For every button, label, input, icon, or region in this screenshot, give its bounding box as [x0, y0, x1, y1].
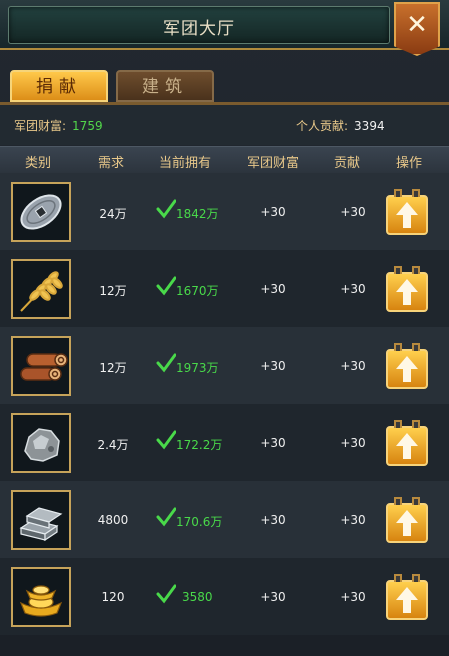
table-row: 4800 170.6万 +30 +30: [0, 481, 449, 558]
donate-button[interactable]: [386, 189, 428, 235]
owned-amount: 170.6万: [176, 515, 223, 529]
wealth-gain: +30: [260, 513, 286, 527]
check-icon: [156, 430, 176, 450]
wealth-gain: +30: [260, 436, 286, 450]
check-icon: [156, 507, 176, 527]
contribution-gain: +30: [340, 513, 366, 527]
wood-icon: [11, 336, 71, 396]
table-row: 12万 1973万 +30 +30: [0, 327, 449, 404]
tab-donate[interactable]: 捐献: [10, 70, 108, 102]
check-icon: [156, 199, 176, 219]
arrow-up-icon: [396, 279, 418, 305]
personal-contribution-value: 3394: [354, 119, 385, 133]
info-row: 军团财富: 1759 个人贡献: 3394: [0, 105, 449, 145]
required-amount: 24万: [99, 207, 127, 221]
required-amount: 12万: [99, 361, 127, 375]
required-amount: 4800: [97, 513, 129, 527]
owned-amount: 3580: [182, 590, 213, 604]
ingot-icon: [11, 490, 71, 550]
donate-button[interactable]: [386, 497, 428, 543]
donate-button[interactable]: [386, 420, 428, 466]
owned-amount: 1973万: [176, 361, 219, 375]
column-header-contribution: 贡献: [333, 156, 360, 171]
close-icon[interactable]: ✕: [396, 10, 438, 40]
guild-wealth-value: 1759: [72, 119, 103, 133]
arrow-up-icon: [396, 510, 418, 536]
table-row: 2.4万 172.2万 +30 +30: [0, 404, 449, 481]
column-header-action: 操作: [395, 156, 422, 171]
arrow-up-icon: [396, 587, 418, 613]
column-header-required: 需求: [97, 156, 124, 171]
check-icon: [156, 353, 176, 373]
title-plate: 军团大厅: [8, 6, 390, 44]
table-row: 12万 1670万 +30 +30: [0, 250, 449, 327]
window-title: 军团大厅: [163, 19, 235, 39]
owned-amount: 1842万: [176, 207, 219, 221]
wealth-gain: +30: [260, 359, 286, 373]
column-header-category: 类别: [24, 156, 51, 171]
donate-button[interactable]: [386, 266, 428, 312]
wealth-gain: +30: [260, 590, 286, 604]
column-header-guild-wealth: 军团财富: [246, 156, 299, 171]
required-amount: 12万: [99, 284, 127, 298]
contribution-gain: +30: [340, 436, 366, 450]
contribution-gain: +30: [340, 282, 366, 296]
table-row: 120 3580 +30 +30: [0, 558, 449, 635]
guild-hall-window: 军团大厅 ✕ 捐献 建筑 军团财富: 1759 个人贡献: 3394 类别 需求 当…: [0, 0, 449, 656]
wheat-icon: [11, 259, 71, 319]
arrow-up-icon: [396, 202, 418, 228]
table-header: 类别 需求 当前拥有 军团财富 贡献 操作: [0, 146, 449, 174]
required-amount: 2.4万: [97, 438, 129, 452]
tab-build[interactable]: 建筑: [116, 70, 214, 102]
wealth-gain: +30: [260, 282, 286, 296]
table-row: 24万 1842万 +30 +30: [0, 173, 449, 250]
check-icon: [156, 276, 176, 296]
contribution-gain: +30: [340, 359, 366, 373]
guild-wealth-label: 军团财富:: [14, 119, 67, 133]
guild-wealth: 军团财富: 1759: [14, 117, 103, 134]
arrow-up-icon: [396, 356, 418, 382]
personal-contribution-label: 个人贡献:: [296, 119, 349, 133]
contribution-gain: +30: [340, 590, 366, 604]
check-icon: [156, 584, 176, 604]
owned-amount: 1670万: [176, 284, 219, 298]
close-button[interactable]: ✕: [394, 2, 440, 56]
contribution-gain: +30: [340, 205, 366, 219]
column-header-owned: 当前拥有: [158, 156, 211, 171]
owned-amount: 172.2万: [176, 438, 223, 452]
donate-button[interactable]: [386, 574, 428, 620]
arrow-up-icon: [396, 433, 418, 459]
required-amount: 120: [101, 590, 125, 604]
title-bar: 军团大厅 ✕: [0, 0, 449, 56]
donate-button[interactable]: [386, 343, 428, 389]
wealth-gain: +30: [260, 205, 286, 219]
gold-ingot-icon: [11, 567, 71, 627]
ore-icon: [11, 413, 71, 473]
coin-icon: [11, 182, 71, 242]
personal-contribution: 个人贡献: 3394: [296, 117, 385, 134]
